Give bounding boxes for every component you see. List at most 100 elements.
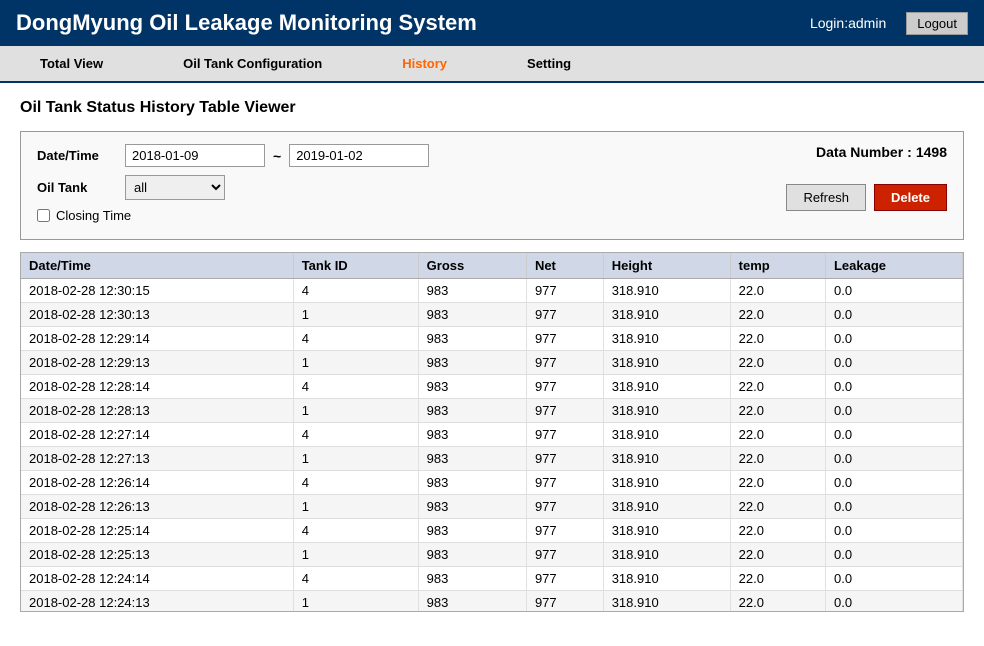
table-cell: 318.910: [603, 423, 730, 447]
table-cell: 1: [293, 399, 418, 423]
table-cell: 318.910: [603, 447, 730, 471]
table-header-row: Date/Time Tank ID Gross Net Height temp …: [21, 253, 963, 279]
table-cell: 22.0: [730, 519, 825, 543]
table-cell: 983: [418, 375, 526, 399]
table-cell: 1: [293, 447, 418, 471]
header-right: Login:admin Logout: [810, 12, 968, 35]
table-cell: 983: [418, 399, 526, 423]
table-cell: 983: [418, 567, 526, 591]
table-cell: 983: [418, 423, 526, 447]
table-row: 2018-02-28 12:27:144983977318.91022.00.0: [21, 423, 963, 447]
table-cell: 983: [418, 279, 526, 303]
table-cell: 0.0: [825, 303, 962, 327]
table-cell: 4: [293, 279, 418, 303]
table-cell: 977: [526, 543, 603, 567]
col-header-datetime: Date/Time: [21, 253, 293, 279]
table-cell: 977: [526, 279, 603, 303]
date-from-input[interactable]: [125, 144, 265, 167]
table-cell: 0.0: [825, 447, 962, 471]
table-cell: 2018-02-28 12:24:13: [21, 591, 293, 613]
table-row: 2018-02-28 12:25:144983977318.91022.00.0: [21, 519, 963, 543]
table-cell: 0.0: [825, 519, 962, 543]
table-cell: 2018-02-28 12:27:14: [21, 423, 293, 447]
col-header-height: Height: [603, 253, 730, 279]
table-cell: 0.0: [825, 351, 962, 375]
col-header-tank-id: Tank ID: [293, 253, 418, 279]
table-cell: 22.0: [730, 279, 825, 303]
table-cell: 977: [526, 303, 603, 327]
date-time-label: Date/Time: [37, 148, 117, 163]
data-number-value: 1498: [916, 144, 947, 160]
closing-time-checkbox[interactable]: [37, 209, 50, 222]
table-cell: 4: [293, 519, 418, 543]
col-header-net: Net: [526, 253, 603, 279]
date-time-row: Date/Time ~: [37, 144, 747, 167]
table-cell: 2018-02-28 12:25:14: [21, 519, 293, 543]
table-cell: 2018-02-28 12:29:14: [21, 327, 293, 351]
table-row: 2018-02-28 12:24:144983977318.91022.00.0: [21, 567, 963, 591]
logout-button[interactable]: Logout: [906, 12, 968, 35]
table-cell: 977: [526, 447, 603, 471]
table-cell: 1: [293, 543, 418, 567]
history-table: Date/Time Tank ID Gross Net Height temp …: [21, 253, 963, 612]
table-cell: 0.0: [825, 279, 962, 303]
table-cell: 2018-02-28 12:30:13: [21, 303, 293, 327]
filter-right: Data Number : 1498 Refresh Delete: [747, 144, 947, 211]
table-cell: 0.0: [825, 399, 962, 423]
table-cell: 4: [293, 471, 418, 495]
history-table-wrapper[interactable]: Date/Time Tank ID Gross Net Height temp …: [20, 252, 964, 612]
nav-item-total-view[interactable]: Total View: [0, 46, 143, 81]
table-cell: 977: [526, 351, 603, 375]
data-number-row: Data Number : 1498: [812, 144, 947, 160]
table-cell: 0.0: [825, 495, 962, 519]
delete-button[interactable]: Delete: [874, 184, 947, 211]
table-cell: 318.910: [603, 495, 730, 519]
table-cell: 1: [293, 495, 418, 519]
navigation: Total View Oil Tank Configuration Histor…: [0, 46, 984, 83]
table-cell: 2018-02-28 12:27:13: [21, 447, 293, 471]
table-cell: 22.0: [730, 591, 825, 613]
oil-tank-row: Oil Tank all 1 2 3 4: [37, 175, 747, 200]
filter-actions: Refresh Delete: [786, 184, 947, 211]
table-cell: 22.0: [730, 375, 825, 399]
col-header-temp: temp: [730, 253, 825, 279]
app-title: DongMyung Oil Leakage Monitoring System: [16, 10, 477, 36]
table-cell: 977: [526, 375, 603, 399]
refresh-button[interactable]: Refresh: [786, 184, 866, 211]
table-cell: 983: [418, 303, 526, 327]
table-row: 2018-02-28 12:25:131983977318.91022.00.0: [21, 543, 963, 567]
table-cell: 1: [293, 303, 418, 327]
table-row: 2018-02-28 12:26:131983977318.91022.00.0: [21, 495, 963, 519]
table-cell: 2018-02-28 12:28:14: [21, 375, 293, 399]
table-cell: 22.0: [730, 327, 825, 351]
table-body: 2018-02-28 12:30:154983977318.91022.00.0…: [21, 279, 963, 613]
table-cell: 0.0: [825, 543, 962, 567]
table-cell: 1: [293, 591, 418, 613]
table-cell: 977: [526, 519, 603, 543]
data-number-label: Data Number: [816, 144, 903, 160]
table-cell: 983: [418, 591, 526, 613]
table-cell: 1: [293, 351, 418, 375]
table-cell: 318.910: [603, 471, 730, 495]
table-cell: 318.910: [603, 519, 730, 543]
table-cell: 4: [293, 567, 418, 591]
table-cell: 977: [526, 591, 603, 613]
table-cell: 977: [526, 327, 603, 351]
filter-left: Date/Time ~ Oil Tank all 1 2 3 4: [37, 144, 747, 227]
table-cell: 983: [418, 327, 526, 351]
table-cell: 22.0: [730, 471, 825, 495]
col-header-gross: Gross: [418, 253, 526, 279]
table-cell: 0.0: [825, 423, 962, 447]
nav-item-oil-tank-config[interactable]: Oil Tank Configuration: [143, 46, 362, 81]
date-to-input[interactable]: [289, 144, 429, 167]
nav-item-history[interactable]: History: [362, 46, 487, 81]
table-row: 2018-02-28 12:26:144983977318.91022.00.0: [21, 471, 963, 495]
table-cell: 2018-02-28 12:29:13: [21, 351, 293, 375]
nav-item-setting[interactable]: Setting: [487, 46, 611, 81]
oil-tank-select[interactable]: all 1 2 3 4: [125, 175, 225, 200]
table-row: 2018-02-28 12:30:131983977318.91022.00.0: [21, 303, 963, 327]
table-cell: 0.0: [825, 567, 962, 591]
data-number-separator: :: [907, 144, 912, 160]
table-cell: 318.910: [603, 399, 730, 423]
table-cell: 318.910: [603, 351, 730, 375]
